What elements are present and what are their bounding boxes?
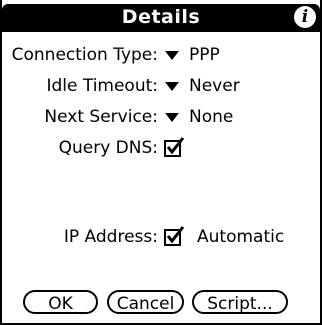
dialog-title: Details: [121, 6, 201, 28]
ok-button[interactable]: OK: [23, 290, 98, 314]
connection-type-row: Connection Type: PPP: [2, 42, 320, 68]
checkmark-icon: [166, 136, 185, 154]
ip-address-checkbox[interactable]: [164, 225, 185, 246]
ip-address-label: IP Address:: [63, 227, 158, 247]
next-service-label: Next Service:: [44, 107, 158, 127]
title-bar: Details i: [2, 4, 320, 32]
details-dialog: Details i Connection Type: PPP Idle Time…: [0, 0, 322, 325]
checkmark-icon: [166, 225, 185, 243]
next-service-value: None: [189, 107, 234, 127]
next-service-row: Next Service: None: [2, 104, 320, 130]
ip-address-value: Automatic: [197, 227, 285, 247]
idle-timeout-value: Never: [189, 76, 240, 96]
connection-type-picker[interactable]: PPP: [164, 42, 220, 68]
script-button[interactable]: Script...: [192, 290, 288, 314]
connection-type-label: Connection Type:: [11, 45, 158, 65]
idle-timeout-label: Idle Timeout:: [46, 76, 158, 96]
connection-type-value: PPP: [189, 45, 220, 65]
query-dns-label: Query DNS:: [58, 138, 158, 158]
ip-address-row: IP Address: Automatic: [2, 224, 320, 250]
query-dns-checkbox[interactable]: [164, 136, 185, 157]
info-icon[interactable]: i: [294, 6, 316, 28]
dropdown-triangle-icon: [165, 81, 179, 91]
idle-timeout-picker[interactable]: Never: [164, 73, 240, 99]
cancel-button[interactable]: Cancel: [107, 290, 184, 314]
next-service-picker[interactable]: None: [164, 104, 233, 130]
dropdown-triangle-icon: [165, 50, 179, 60]
query-dns-row: Query DNS:: [2, 135, 320, 161]
dropdown-triangle-icon: [165, 112, 179, 122]
idle-timeout-row: Idle Timeout: Never: [2, 73, 320, 99]
